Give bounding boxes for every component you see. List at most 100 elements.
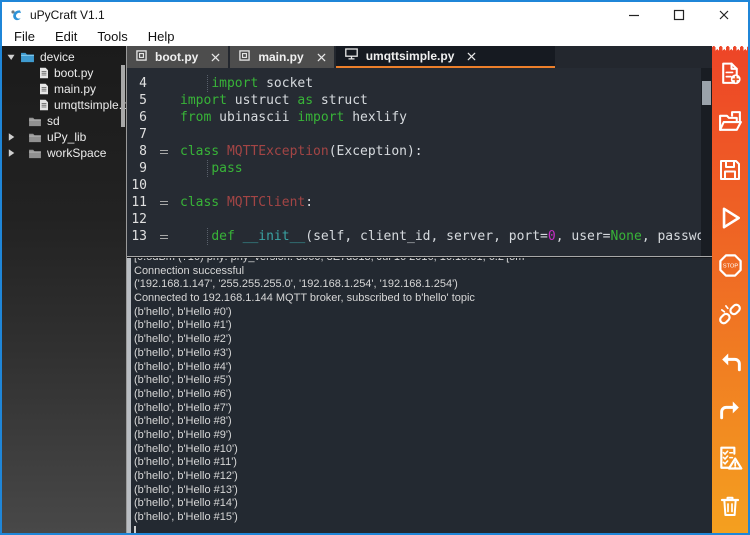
download-run-icon — [717, 205, 743, 236]
code-text: class MQTTClient: — [180, 194, 701, 211]
tab-close-icon[interactable] — [467, 52, 476, 61]
line-number: 13 — [131, 229, 147, 244]
menu-item-help[interactable]: Help — [138, 28, 185, 46]
menu-item-tools[interactable]: Tools — [87, 28, 137, 46]
code-token: MQTTException — [226, 144, 329, 159]
tree-item-workspace[interactable]: workSpace — [2, 145, 126, 161]
right-toolbar: STOP — [712, 46, 748, 533]
console-scrollbar[interactable] — [127, 258, 131, 533]
terminal-console[interactable]: [0.5dBm (?16) phy: phy_version: 3660, 3E… — [127, 258, 712, 533]
tree-item-main-py[interactable]: main.py — [2, 81, 126, 97]
editor-lines: 4 import socket 5 import ustruct as struct… — [127, 68, 701, 256]
tree-item-upy-lib[interactable]: uPy_lib — [2, 129, 126, 145]
arrow-collapsed-icon[interactable] — [6, 148, 19, 158]
tree-item-label: sd — [47, 114, 60, 128]
code-token: hexlify — [344, 110, 407, 125]
code-token: import — [297, 110, 345, 125]
maximize-button[interactable] — [656, 2, 701, 28]
window-controls — [611, 2, 746, 28]
fold-gutter — [153, 160, 180, 177]
arrow-collapsed-icon[interactable] — [6, 132, 19, 142]
board-icon — [239, 48, 251, 66]
undo-button[interactable] — [712, 341, 748, 389]
line-number: 11 — [131, 195, 147, 210]
folder-icon — [28, 148, 42, 159]
console-output: [0.5dBm (?16) phy: phy_version: 3660, 3E… — [134, 258, 712, 533]
editor-scrollbar-thumb[interactable] — [702, 81, 711, 105]
menu-item-edit[interactable]: Edit — [45, 28, 87, 46]
code-token: __init__ — [242, 229, 306, 244]
tab-main-py[interactable]: main.py — [230, 46, 334, 68]
syntax-check-button[interactable] — [712, 437, 748, 485]
download-run-button[interactable] — [712, 196, 748, 244]
code-token: , password= — [641, 229, 701, 244]
fold-marker[interactable] — [153, 194, 180, 211]
menu-item-file[interactable]: File — [4, 28, 45, 46]
file-tree-panel: device boot.py main.py umqttsimple.py sd uPy_… — [2, 46, 127, 533]
tree-item-device[interactable]: device — [2, 49, 126, 65]
fold-gutter — [153, 92, 180, 109]
fold-gutter — [153, 109, 180, 126]
minimize-button[interactable] — [611, 2, 656, 28]
open-file-icon — [718, 109, 743, 139]
arrow-expanded-icon[interactable] — [6, 52, 19, 62]
code-token: (self, client_id, server, port= — [305, 229, 548, 244]
console-line: (b'hello', b'Hello #12') — [134, 470, 238, 482]
fold-gutter — [153, 177, 180, 194]
stop-button[interactable]: STOP — [712, 244, 748, 292]
line-number: 8 — [139, 144, 147, 159]
code-token: 0 — [547, 229, 556, 244]
tree-item-boot-py[interactable]: boot.py — [2, 65, 126, 81]
clear-icon — [718, 494, 742, 523]
editor-line: 10 — [127, 177, 701, 194]
tab-boot-py[interactable]: boot.py — [127, 46, 229, 68]
console-line: (b'hello', b'Hello #6') — [134, 387, 232, 400]
redo-button[interactable] — [712, 389, 748, 437]
new-file-button[interactable] — [712, 52, 748, 100]
tab-close-icon[interactable] — [317, 53, 326, 62]
editor-console-area: boot.py main.py umqttsimple.py 4 import so… — [127, 46, 712, 533]
tree-item-umqttsimple-py[interactable]: umqttsimple.py — [2, 97, 126, 113]
app-logo-icon — [9, 8, 24, 23]
editor-scrollbar[interactable] — [701, 68, 712, 256]
line-number: 4 — [139, 76, 147, 91]
editor-line: 13 def __init__(self, client_id, server,… — [127, 228, 701, 245]
open-file-button[interactable] — [712, 100, 748, 148]
tab-umqttsimple-py[interactable]: umqttsimple.py — [335, 46, 555, 68]
stop-icon: STOP — [717, 252, 744, 284]
maximize-icon — [673, 9, 684, 21]
fold-gutter — [153, 211, 180, 228]
indent-guide — [207, 75, 208, 92]
toolbar-zigzag-edge — [712, 46, 748, 51]
connect-disconnect-button[interactable] — [712, 292, 748, 340]
editor-line: 9 pass — [127, 160, 701, 177]
tab-close-icon[interactable] — [211, 53, 220, 62]
code-token: pass — [211, 161, 243, 176]
tab-bar: boot.py main.py umqttsimple.py — [127, 46, 712, 68]
syntax-check-icon — [717, 445, 743, 476]
code-text: class MQTTException(Exception): — [180, 143, 701, 160]
tab-label: boot.py — [155, 50, 199, 64]
code-token: ubinascii — [211, 110, 298, 125]
tree-item-sd[interactable]: sd — [2, 113, 126, 129]
tree-scrollbar[interactable] — [121, 65, 125, 127]
fold-gutter — [153, 75, 180, 92]
close-button[interactable] — [701, 2, 746, 28]
fold-marker[interactable] — [153, 228, 180, 245]
console-line: (b'hello', b'Hello #2') — [134, 333, 232, 346]
console-line: (b'hello', b'Hello #3') — [134, 346, 232, 359]
console-line: (b'hello', b'Hello #10') — [134, 442, 238, 455]
code-token: None — [610, 229, 642, 244]
code-editor[interactable]: 4 import socket 5 import ustruct as struct… — [127, 68, 712, 256]
editor-line: 8 class MQTTException(Exception): — [127, 143, 701, 160]
code-token: as — [297, 93, 314, 108]
console-line: Connection successful — [134, 264, 245, 277]
tree-item-label: boot.py — [54, 66, 94, 80]
save-file-button[interactable] — [712, 148, 748, 196]
fold-marker[interactable] — [153, 143, 180, 160]
clear-button[interactable] — [712, 485, 748, 533]
line-number: 12 — [131, 212, 147, 227]
console-line: (b'hello', b'Hello #15') — [134, 511, 238, 524]
code-text: import socket — [180, 75, 701, 92]
